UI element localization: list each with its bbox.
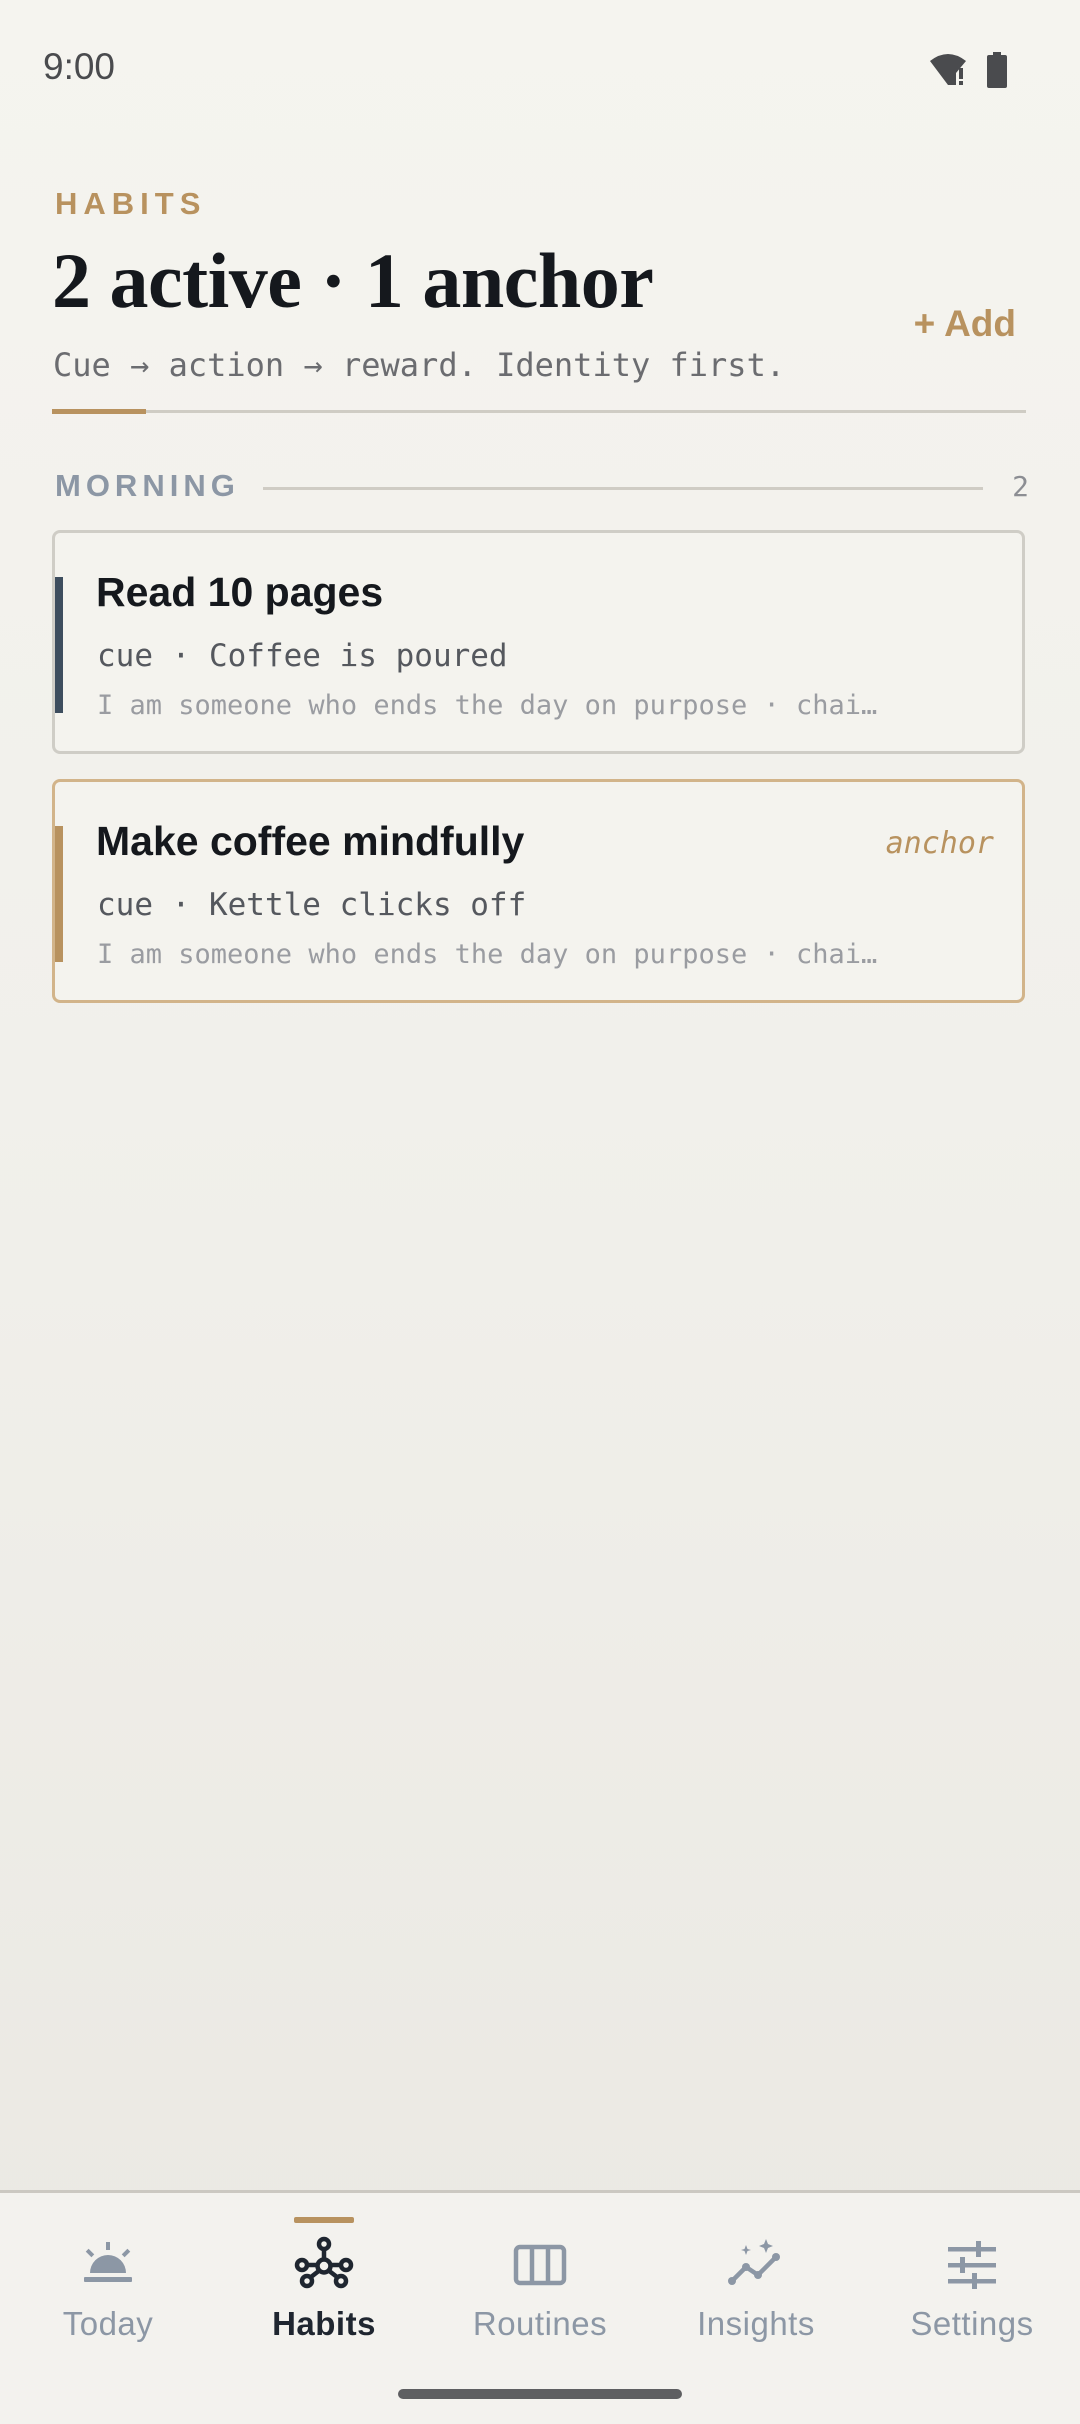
section-count: 2 bbox=[1012, 470, 1029, 503]
habit-title: Read 10 pages bbox=[96, 569, 384, 615]
nav-item-insights[interactable]: Insights bbox=[648, 2193, 864, 2363]
section-header-morning: MORNING 2 bbox=[55, 468, 1029, 508]
nav-item-settings[interactable]: Settings bbox=[864, 2193, 1080, 2363]
page-eyebrow: HABITS bbox=[55, 186, 207, 221]
add-habit-button[interactable]: + Add bbox=[914, 303, 1016, 345]
habit-cue: cue · Kettle clicks off bbox=[97, 887, 527, 923]
nav-label: Insights bbox=[697, 2305, 815, 2342]
sunrise-icon bbox=[84, 2242, 132, 2282]
habit-card-accent-bar bbox=[55, 577, 63, 713]
header-divider bbox=[52, 410, 1026, 413]
trend-sparkle-icon bbox=[728, 2239, 780, 2285]
nav-item-today[interactable]: Today bbox=[0, 2193, 216, 2363]
nav-label: Routines bbox=[472, 2305, 608, 2342]
nav-label: Habits bbox=[272, 2305, 376, 2342]
page-title: 2 active · 1 anchor bbox=[52, 237, 654, 324]
nav-active-indicator bbox=[294, 2217, 354, 2223]
anchor-badge: anchor bbox=[885, 826, 994, 861]
columns-icon bbox=[513, 2244, 567, 2286]
home-indicator[interactable] bbox=[398, 2389, 682, 2399]
habit-card-accent-bar bbox=[55, 826, 63, 962]
page-tagline: Cue → action → reward. Identity first. bbox=[53, 346, 786, 384]
habit-identity: I am someone who ends the day on purpose… bbox=[97, 939, 878, 970]
habit-card-anchor[interactable]: Make coffee mindfully anchor cue · Kettl… bbox=[52, 779, 1025, 1003]
sliders-icon bbox=[948, 2241, 996, 2289]
nav-label: Settings bbox=[910, 2305, 1034, 2342]
battery-icon bbox=[987, 52, 1007, 88]
section-divider bbox=[263, 487, 983, 490]
nav-item-routines[interactable]: Routines bbox=[432, 2193, 648, 2363]
status-bar: 9:00 bbox=[0, 0, 1080, 140]
habit-title: Make coffee mindfully bbox=[96, 818, 525, 864]
nav-label: Today bbox=[62, 2305, 154, 2342]
status-icons bbox=[928, 52, 1008, 88]
network-icon bbox=[294, 2236, 354, 2289]
habit-identity: I am someone who ends the day on purpose… bbox=[97, 690, 878, 721]
wifi-alert-icon bbox=[930, 54, 966, 85]
status-time: 9:00 bbox=[43, 46, 116, 87]
section-title: MORNING bbox=[55, 468, 240, 503]
habit-card[interactable]: Read 10 pages cue · Coffee is poured I a… bbox=[52, 530, 1025, 754]
nav-item-habits[interactable]: Habits bbox=[216, 2193, 432, 2363]
header-divider-accent bbox=[52, 409, 146, 414]
habit-cue: cue · Coffee is poured bbox=[97, 638, 508, 674]
